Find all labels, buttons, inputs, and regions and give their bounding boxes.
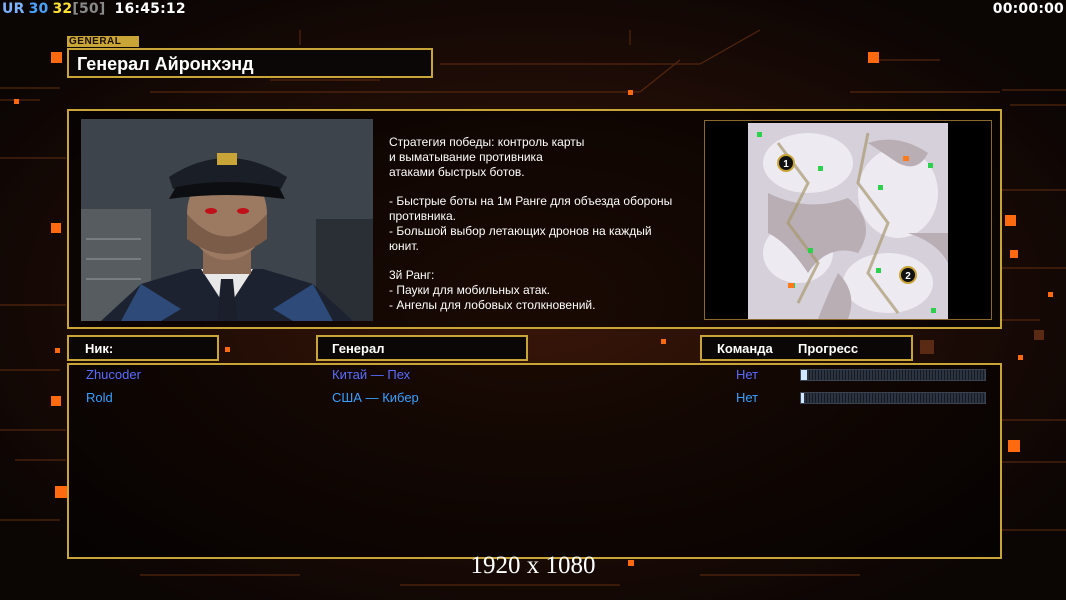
strategy-description: Стратегия победы: контроль карты и вымат… — [389, 135, 673, 312]
start-marker-2: 2 — [905, 271, 911, 282]
nick-header-label: Ник: — [85, 341, 114, 356]
team-header-label: Команда — [717, 341, 773, 356]
game-timer: 00:00:00 — [992, 1, 1064, 17]
player-progress-bar — [800, 392, 986, 404]
general-tag: GENERAL — [67, 36, 139, 47]
resolution-label: 1920 x 1080 — [470, 552, 596, 579]
player-progress-bar — [800, 369, 986, 381]
start-marker-1: 1 — [783, 159, 789, 170]
column-header-nick: Ник: — [67, 335, 219, 361]
general-info-panel: Стратегия победы: контроль карты и вымат… — [67, 109, 1002, 329]
max-value: [50] — [72, 1, 106, 17]
player-general: Китай — Пех — [332, 367, 411, 382]
ur-label: UR — [2, 1, 25, 17]
general-title-box: Генерал Айронхэнд — [67, 48, 433, 78]
load-value: 32 — [52, 1, 73, 17]
player-nick: Zhucoder — [86, 367, 141, 382]
player-team: Нет — [736, 367, 759, 382]
general-portrait — [81, 119, 373, 321]
column-header-general: Генерал — [316, 335, 528, 361]
player-row[interactable]: Rold США — Кибер Нет — [69, 388, 1000, 408]
start-position-2[interactable]: 2 — [899, 266, 917, 284]
start-position-1[interactable]: 1 — [777, 154, 795, 172]
general-header-label: Генерал — [332, 341, 385, 356]
map-preview[interactable]: 1 2 — [704, 120, 992, 320]
player-general: США — Кибер — [332, 390, 419, 405]
progress-header-label: Прогресс — [798, 341, 859, 356]
player-list: Zhucoder Китай — Пех Нет Rold США — Кибе… — [67, 363, 1002, 559]
column-header-team-progress: Команда Прогресс — [700, 335, 913, 361]
player-nick: Rold — [86, 390, 113, 405]
player-progress-fill — [801, 370, 807, 380]
performance-readout: UR 30 32[50] 16:45:12 — [2, 1, 190, 17]
general-title: Генерал Айронхэнд — [77, 54, 254, 74]
player-row[interactable]: Zhucoder Китай — Пех Нет — [69, 365, 1000, 385]
minimap[interactable]: 1 2 — [748, 123, 948, 319]
player-progress-fill — [801, 393, 804, 403]
fps-value: 30 — [28, 1, 49, 17]
player-team: Нет — [736, 390, 759, 405]
clock-time: 16:45:12 — [114, 1, 186, 17]
